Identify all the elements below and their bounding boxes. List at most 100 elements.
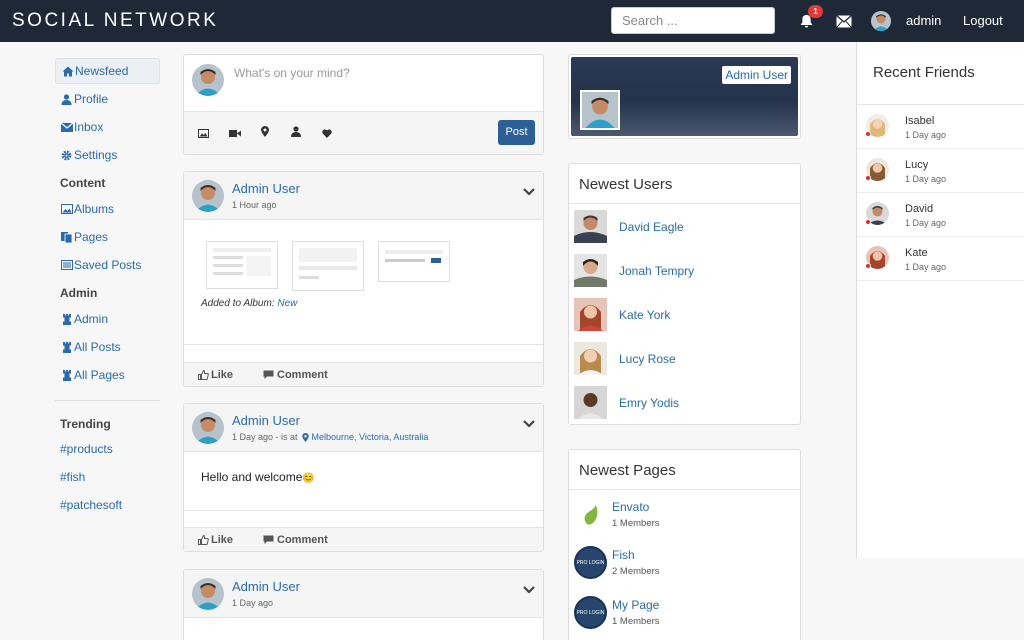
- user-photo: [574, 298, 607, 331]
- comment-label: Comment: [277, 368, 328, 381]
- nav-settings[interactable]: Settings: [55, 142, 160, 168]
- logout-link[interactable]: Logout: [963, 13, 1003, 28]
- composer-input[interactable]: What's on your mind?: [234, 66, 350, 80]
- nav-all-pages[interactable]: All Pages: [55, 362, 160, 388]
- avatar[interactable]: [192, 578, 224, 610]
- post-button[interactable]: Post: [498, 120, 535, 145]
- friend-item[interactable]: Isabel 1 Day ago: [857, 105, 1024, 149]
- nav-inbox[interactable]: Inbox: [55, 114, 160, 140]
- trending-tag[interactable]: #fish: [55, 467, 160, 495]
- nav-saved-posts[interactable]: Saved Posts: [55, 252, 160, 278]
- page-name[interactable]: Envato: [612, 500, 660, 514]
- list-item[interactable]: Kate York: [574, 298, 670, 331]
- panel-title: Newest Pages: [569, 450, 800, 490]
- location-icon[interactable]: [261, 126, 269, 140]
- nav-label: Saved Posts: [74, 258, 142, 272]
- post-time: 1 Day ago: [232, 598, 274, 608]
- post-author[interactable]: Admin User: [232, 413, 300, 428]
- album-thumbnail[interactable]: [206, 241, 278, 289]
- page-name[interactable]: Fish: [612, 548, 660, 562]
- user-name[interactable]: David Eagle: [619, 220, 684, 234]
- friend-item[interactable]: Lucy 1 Day ago: [857, 149, 1024, 193]
- list-item[interactable]: Jonah Tempry: [574, 254, 694, 287]
- user-name[interactable]: Lucy Rose: [619, 352, 676, 366]
- thumbs-up-icon: [198, 534, 209, 545]
- album-link[interactable]: New: [277, 298, 297, 309]
- chevron-down-icon[interactable]: [522, 582, 536, 596]
- album-thumbnail[interactable]: [378, 241, 450, 282]
- friend-name: David: [905, 203, 934, 215]
- nav-label: All Pages: [74, 368, 125, 382]
- list-item[interactable]: PRO LOGIN Fish 2 Members: [574, 546, 660, 579]
- album-thumbnail[interactable]: [292, 241, 364, 291]
- friend-item[interactable]: David 1 Day ago: [857, 193, 1024, 237]
- heart-icon[interactable]: [322, 127, 332, 141]
- online-status-dot: [865, 131, 871, 137]
- user-photo: [574, 342, 607, 375]
- comment-button[interactable]: Comment: [263, 534, 328, 546]
- post-author[interactable]: Admin User: [232, 579, 300, 594]
- user-icon[interactable]: [291, 126, 301, 140]
- list-item[interactable]: PRO LOGIN My Page 1 Members: [574, 596, 660, 629]
- nav-profile[interactable]: Profile: [55, 86, 160, 112]
- username-link[interactable]: admin: [906, 13, 941, 28]
- thumbs-up-icon: [198, 369, 209, 380]
- avatar[interactable]: [192, 412, 224, 444]
- list-item[interactable]: Envato 1 Members: [574, 498, 660, 531]
- nav-albums[interactable]: Albums: [55, 196, 160, 222]
- friend-item[interactable]: Kate 1 Day ago: [857, 237, 1024, 281]
- nav-pages[interactable]: Pages: [55, 224, 160, 250]
- recent-friends-sidebar: Recent Friends Isabel 1 Day ago Lucy 1 D…: [856, 42, 1024, 558]
- trending-tag[interactable]: #patchesoft: [55, 495, 160, 523]
- page-name[interactable]: My Page: [612, 598, 660, 612]
- post-author[interactable]: Admin User: [232, 181, 300, 196]
- page-members: 1 Members: [612, 518, 660, 529]
- newest-pages-panel: Newest Pages Envato 1 Members PRO LOGIN F…: [568, 449, 801, 640]
- search-input[interactable]: [611, 7, 775, 34]
- nav-label: Profile: [74, 92, 109, 106]
- brand-logo[interactable]: SOCIAL NETWORK: [12, 10, 218, 32]
- list-item[interactable]: Lucy Rose: [574, 342, 676, 375]
- comment-button[interactable]: Comment: [263, 369, 328, 381]
- nav-all-posts[interactable]: All Posts: [55, 334, 160, 360]
- chess-icon: [60, 369, 73, 381]
- post-time: 1 Hour ago: [232, 200, 277, 210]
- nav-label: Pages: [74, 230, 109, 244]
- post-text: Hello and welcome: [201, 470, 303, 484]
- trending-tag[interactable]: #products: [55, 439, 160, 467]
- profile-name[interactable]: Admin User: [722, 66, 791, 84]
- list-item[interactable]: Emry Yodis: [574, 386, 679, 419]
- avatar[interactable]: [192, 180, 224, 212]
- chevron-down-icon[interactable]: [522, 416, 536, 430]
- chevron-down-icon[interactable]: [522, 184, 536, 198]
- nav-admin[interactable]: Admin: [55, 306, 160, 332]
- user-name[interactable]: Jonah Tempry: [619, 264, 694, 278]
- avatar: [192, 64, 224, 96]
- image-icon[interactable]: [198, 127, 209, 141]
- comment-icon: [263, 370, 274, 379]
- envelope-icon[interactable]: [834, 11, 854, 31]
- friend-name: Isabel: [905, 115, 935, 127]
- online-status-dot: [865, 175, 871, 181]
- list-item[interactable]: David Eagle: [574, 210, 684, 243]
- post-body: Hello and welcome😊: [201, 470, 315, 484]
- nav-label: Settings: [74, 148, 118, 162]
- post-footer: Like Comment: [184, 527, 543, 551]
- nav-heading-content: Content: [60, 176, 106, 190]
- pro-login-logo: PRO LOGIN: [574, 546, 607, 579]
- comment-icon: [263, 535, 274, 544]
- home-icon: [61, 65, 74, 77]
- album-caption: Added to Album: New: [201, 298, 297, 309]
- list-icon: [60, 259, 73, 271]
- like-button[interactable]: Like: [198, 369, 233, 381]
- user-photo: [574, 210, 607, 243]
- nav-label: Admin: [74, 312, 109, 326]
- video-icon[interactable]: [229, 127, 241, 141]
- user-avatar[interactable]: [871, 11, 891, 31]
- location-link[interactable]: Melbourne, Victoria, Australia: [312, 432, 429, 442]
- nav-newsfeed[interactable]: Newsfeed: [55, 58, 160, 84]
- profile-avatar[interactable]: [580, 90, 620, 130]
- user-name[interactable]: Emry Yodis: [619, 396, 679, 410]
- like-button[interactable]: Like: [198, 534, 233, 546]
- user-name[interactable]: Kate York: [619, 308, 670, 322]
